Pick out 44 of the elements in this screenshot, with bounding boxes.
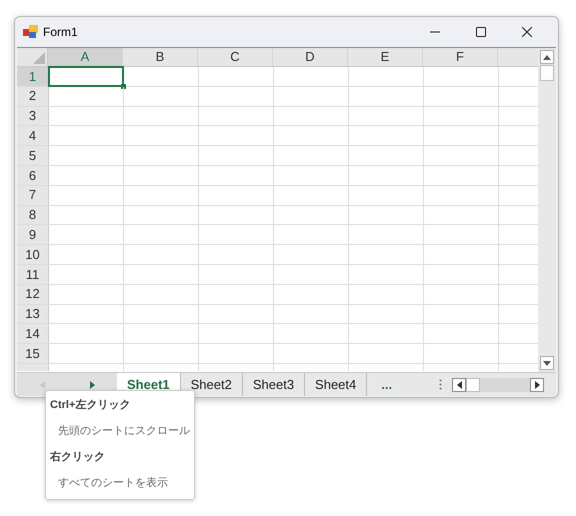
up-arrow-icon — [543, 54, 551, 60]
splitter-icon[interactable] — [439, 379, 442, 390]
maximize-icon — [476, 27, 486, 37]
horizontal-scrollbar[interactable] — [452, 378, 544, 392]
more-sheets-button[interactable]: ... — [367, 373, 406, 396]
vertical-scrollbar[interactable] — [538, 48, 556, 372]
down-arrow-icon — [543, 360, 551, 366]
scrollbar-thumb[interactable] — [466, 378, 480, 392]
row-header[interactable]: 2 — [17, 86, 49, 106]
tooltip-heading: Ctrl+左クリック — [49, 398, 132, 413]
left-arrow-icon — [40, 380, 44, 388]
row-header[interactable]: 4 — [17, 126, 49, 146]
sheet-tab[interactable]: Sheet4 — [305, 373, 368, 396]
scrollbar-thumb[interactable] — [540, 65, 554, 81]
tooltip-text: 先頭のシートにスクロール — [57, 424, 191, 439]
row-header[interactable]: 9 — [17, 225, 49, 244]
row-header[interactable]: 7 — [17, 186, 49, 205]
right-arrow-icon — [534, 380, 540, 388]
app-icon — [23, 25, 39, 39]
tooltip-heading: 右クリック — [49, 450, 106, 465]
sheet-tab[interactable]: Sheet3 — [242, 373, 306, 396]
column-header[interactable]: C — [198, 48, 273, 66]
row-header[interactable]: 14 — [17, 324, 49, 344]
left-arrow-icon — [456, 380, 462, 388]
row-header[interactable]: 8 — [17, 206, 49, 224]
corner-triangle-icon — [33, 52, 45, 64]
row-header[interactable]: 12 — [17, 284, 49, 304]
column-header[interactable]: B — [123, 48, 198, 66]
right-arrow-icon — [90, 380, 94, 388]
row-header[interactable]: 13 — [17, 304, 49, 324]
window-title: Form1 — [43, 24, 78, 41]
row-header[interactable]: 3 — [17, 106, 49, 126]
row-header[interactable]: 10 — [17, 245, 49, 264]
close-icon — [522, 27, 532, 37]
column-header[interactable]: A — [48, 48, 123, 66]
column-header[interactable]: F — [423, 48, 498, 66]
tooltip-text: すべてのシートを表示 — [57, 476, 169, 491]
column-header[interactable]: D — [273, 48, 348, 66]
row-header[interactable]: 1 — [17, 67, 49, 86]
row-header[interactable]: 6 — [17, 166, 49, 185]
row-header[interactable]: 11 — [17, 264, 49, 284]
row-header[interactable]: 15 — [17, 344, 49, 363]
row-header[interactable]: 5 — [17, 146, 49, 165]
column-header[interactable]: E — [348, 48, 423, 66]
